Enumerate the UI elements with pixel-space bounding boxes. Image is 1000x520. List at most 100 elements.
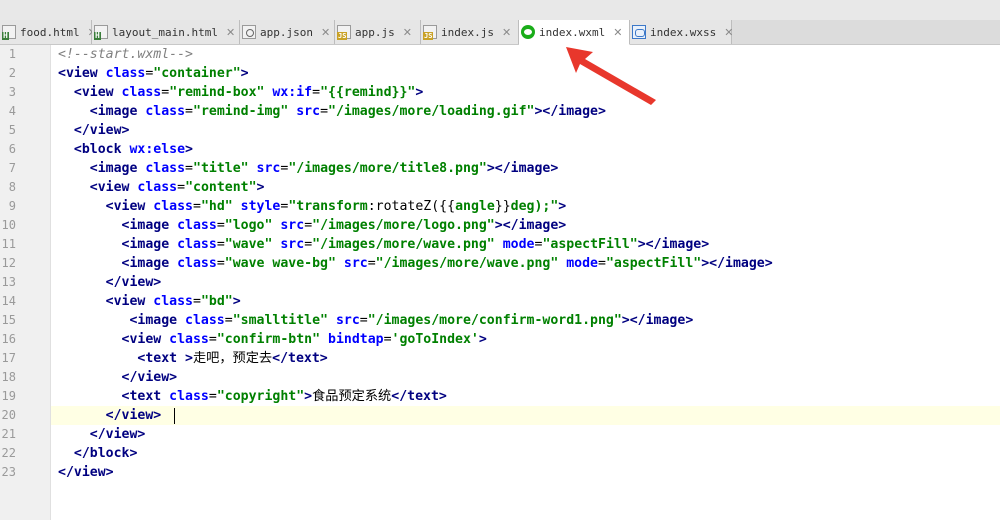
code-line: </view> bbox=[58, 425, 146, 444]
code-token: 'goToIndex' bbox=[391, 332, 479, 347]
code-token: = bbox=[192, 294, 201, 309]
line-number: 12 bbox=[1, 256, 16, 270]
js-file-icon bbox=[337, 25, 351, 40]
line-number: 13 bbox=[1, 275, 16, 289]
code-token: <view bbox=[121, 332, 170, 347]
code-token: "/images/more/loading.gif" bbox=[328, 104, 535, 119]
code-line: <block wx:else> bbox=[58, 140, 193, 159]
line-number: 14 bbox=[1, 294, 16, 308]
code-token: src bbox=[335, 313, 360, 328]
line-number: 8 bbox=[8, 180, 16, 194]
tab-app-js[interactable]: app.js ✕ bbox=[335, 20, 421, 44]
code-token: class bbox=[137, 180, 178, 195]
close-icon[interactable]: ✕ bbox=[403, 26, 412, 39]
wxss-file-icon bbox=[632, 25, 646, 39]
code-line: <view class="bd"> bbox=[58, 292, 241, 311]
code-token: "wave wave-bg" bbox=[224, 256, 336, 271]
close-icon[interactable]: ✕ bbox=[502, 26, 511, 39]
code-token: :rotateZ({{ bbox=[367, 199, 456, 214]
code-token: src bbox=[343, 256, 368, 271]
close-icon[interactable]: ✕ bbox=[321, 26, 330, 39]
code-token: "/images/more/wave.png" bbox=[312, 237, 495, 252]
line-number: 23 bbox=[1, 465, 16, 479]
code-token: ></image> bbox=[621, 313, 694, 328]
code-token: </view> bbox=[105, 275, 162, 290]
code-token: <image bbox=[121, 218, 178, 233]
code-token: src bbox=[280, 237, 305, 252]
code-token: style bbox=[240, 199, 281, 214]
code-line: <text >走吧，预定去</text> bbox=[58, 349, 327, 368]
code-token: = bbox=[185, 161, 193, 176]
line-number: 22 bbox=[1, 446, 16, 460]
code-token: wx:if bbox=[272, 85, 313, 100]
code-token: "remind-box" bbox=[169, 85, 265, 100]
tab-index-wxss[interactable]: index.wxss ✕ bbox=[630, 20, 733, 44]
code-token: class bbox=[145, 161, 186, 176]
code-token: <image bbox=[121, 237, 178, 252]
line-number: 16 bbox=[1, 332, 16, 346]
code-token: > bbox=[185, 142, 193, 157]
code-line: </view> bbox=[58, 121, 130, 140]
code-line: <view class="hd" style="transform:rotate… bbox=[58, 197, 567, 216]
close-icon[interactable]: ✕ bbox=[613, 26, 622, 39]
code-token: > bbox=[304, 389, 313, 404]
code-token: class bbox=[169, 332, 209, 347]
code-line: <view class="content"> bbox=[58, 178, 265, 197]
code-token: class bbox=[145, 104, 186, 119]
code-line: <image class="wave" src="/images/more/wa… bbox=[58, 235, 710, 254]
code-token: </text> bbox=[391, 389, 447, 404]
code-token: "logo" bbox=[224, 218, 273, 233]
code-token: <text bbox=[137, 351, 186, 366]
code-token: = bbox=[304, 237, 313, 252]
tab-label: layout_main.html bbox=[112, 25, 218, 39]
code-token: = bbox=[177, 180, 186, 195]
tab-index-js[interactable]: index.js ✕ bbox=[421, 20, 519, 44]
code-token: > bbox=[240, 66, 249, 81]
close-icon[interactable]: ✕ bbox=[724, 26, 733, 39]
code-token: class bbox=[153, 294, 193, 309]
html-file-icon bbox=[2, 25, 16, 40]
code-token: = bbox=[185, 104, 193, 119]
code-line: </block> bbox=[58, 444, 138, 463]
tab-layout-main-html[interactable]: layout_main.html ✕ bbox=[92, 20, 240, 44]
code-token: > bbox=[415, 85, 424, 100]
tab-index-wxml[interactable]: index.wxml ✕ bbox=[519, 20, 630, 45]
code-token: = bbox=[208, 332, 217, 347]
code-token: "remind-img" bbox=[193, 104, 289, 119]
code-token: ></image> bbox=[701, 256, 773, 271]
code-token: = bbox=[304, 218, 313, 233]
code-token: <block bbox=[73, 142, 130, 157]
code-token: deg);" bbox=[510, 199, 559, 214]
line-number: 19 bbox=[1, 389, 16, 403]
code-token: "{{remind}}" bbox=[320, 85, 416, 100]
tab-app-json[interactable]: app.json ✕ bbox=[240, 20, 335, 44]
close-icon[interactable]: ✕ bbox=[226, 26, 235, 39]
code-token: src bbox=[296, 104, 321, 119]
code-token: ></image> bbox=[637, 237, 710, 252]
code-token: <text bbox=[121, 389, 170, 404]
wechat-file-icon bbox=[521, 25, 535, 39]
code-line: <view class="confirm-btn" bindtap='goToI… bbox=[58, 330, 487, 349]
code-token: "title" bbox=[193, 161, 249, 176]
code-token: 走吧，预定去 bbox=[193, 351, 273, 366]
tab-food-html[interactable]: food.html✕ bbox=[0, 20, 97, 44]
code-token: = bbox=[320, 104, 329, 119]
code-line: <image class="remind-img" src="/images/m… bbox=[58, 102, 606, 121]
line-number: 3 bbox=[8, 85, 16, 99]
code-token: <image bbox=[121, 256, 178, 271]
line-number: 2 bbox=[8, 66, 16, 80]
code-token: > bbox=[256, 180, 265, 195]
code-line: <image class="title" src="/images/more/t… bbox=[58, 159, 559, 178]
code-token: bindtap bbox=[328, 332, 384, 347]
code-token: "aspectFill" bbox=[605, 256, 702, 271]
